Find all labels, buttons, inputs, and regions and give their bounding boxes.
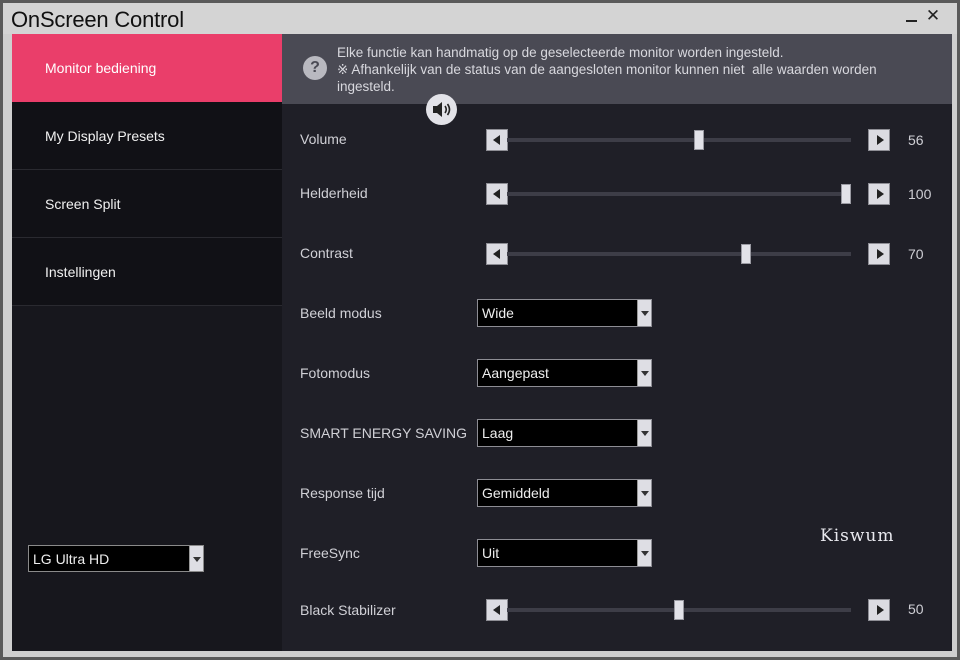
chevron-down-icon[interactable] xyxy=(637,480,651,506)
brightness-slider-track[interactable] xyxy=(507,184,851,204)
smart-energy-select[interactable]: Laag xyxy=(477,419,652,447)
brightness-increase-button[interactable] xyxy=(868,183,890,205)
response-time-label: Response tijd xyxy=(300,485,385,501)
brightness-decrease-button[interactable] xyxy=(486,183,508,205)
app-window: OnScreen Control ✕ Monitor bediening My … xyxy=(0,0,960,660)
picture-mode-select[interactable]: Wide xyxy=(477,299,652,327)
sidebar-item-instellingen[interactable]: Instellingen xyxy=(12,238,282,306)
photo-mode-select[interactable]: Aangepast xyxy=(477,359,652,387)
sidebar: Monitor bediening My Display Presets Scr… xyxy=(12,34,282,651)
black-stabilizer-slider-thumb[interactable] xyxy=(674,600,684,620)
chevron-down-icon[interactable] xyxy=(189,546,203,571)
sidebar-item-monitor-bediening[interactable]: Monitor bediening xyxy=(12,34,282,102)
close-icon: ✕ xyxy=(925,6,941,25)
chevron-down-icon[interactable] xyxy=(637,540,651,566)
contrast-value: 70 xyxy=(908,246,924,262)
smart-energy-label: SMART ENERGY SAVING xyxy=(300,425,468,441)
monitor-select[interactable]: LG Ultra HD xyxy=(28,545,204,572)
response-time-value: Gemiddeld xyxy=(482,485,550,501)
monitor-select-value: LG Ultra HD xyxy=(33,551,110,567)
info-line: ingesteld. xyxy=(337,79,395,94)
info-text: Elke functie kan handmatig op de geselec… xyxy=(337,44,927,95)
brightness-label: Helderheid xyxy=(300,185,368,201)
info-banner: ? Elke functie kan handmatig op de gesel… xyxy=(282,34,952,104)
sidebar-item-screen-split[interactable]: Screen Split xyxy=(12,170,282,238)
response-time-select[interactable]: Gemiddeld xyxy=(477,479,652,507)
minimize-icon xyxy=(905,20,917,22)
picture-mode-value: Wide xyxy=(482,305,514,321)
black-stabilizer-increase-button[interactable] xyxy=(868,599,890,621)
black-stabilizer-decrease-button[interactable] xyxy=(486,599,508,621)
freesync-label: FreeSync xyxy=(300,545,360,561)
volume-decrease-button[interactable] xyxy=(486,129,508,151)
brightness-slider-thumb[interactable] xyxy=(841,184,851,204)
contrast-slider-track[interactable] xyxy=(507,244,851,264)
contrast-decrease-button[interactable] xyxy=(486,243,508,265)
brightness-value: 100 xyxy=(908,186,932,202)
sidebar-item-my-display-presets[interactable]: My Display Presets xyxy=(12,102,282,170)
title-bar[interactable]: OnScreen Control ✕ xyxy=(3,3,957,34)
photo-mode-label: Fotomodus xyxy=(300,365,371,381)
speaker-icon[interactable] xyxy=(426,94,457,125)
contrast-slider-thumb[interactable] xyxy=(741,244,751,264)
watermark: Kiswum xyxy=(820,526,895,546)
black-stabilizer-value: 50 xyxy=(908,601,924,617)
contrast-label: Contrast xyxy=(300,245,353,261)
freesync-value: Uit xyxy=(482,545,500,561)
info-line: ※ Afhankelijk van de status van de aange… xyxy=(337,62,877,77)
close-button[interactable]: ✕ xyxy=(922,5,944,27)
picture-mode-label: Beeld modus xyxy=(300,305,382,321)
chevron-down-icon[interactable] xyxy=(637,300,651,326)
info-line: Elke functie kan handmatig op de geselec… xyxy=(337,45,784,60)
black-stabilizer-slider-track[interactable] xyxy=(507,600,851,620)
volume-slider-track[interactable] xyxy=(507,130,851,150)
black-stabilizer-label: Black Stabilizer xyxy=(300,602,396,618)
volume-label: Volume xyxy=(300,131,347,147)
smart-energy-value: Laag xyxy=(482,425,514,441)
chevron-down-icon[interactable] xyxy=(637,420,651,446)
window-title: OnScreen Control xyxy=(11,7,184,32)
freesync-select[interactable]: Uit xyxy=(477,539,652,567)
contrast-increase-button[interactable] xyxy=(868,243,890,265)
chevron-down-icon[interactable] xyxy=(637,360,651,386)
volume-slider-thumb[interactable] xyxy=(694,130,704,150)
minimize-button[interactable] xyxy=(900,5,922,27)
help-icon[interactable]: ? xyxy=(303,56,327,80)
photo-mode-value: Aangepast xyxy=(482,365,549,381)
volume-value: 56 xyxy=(908,132,924,148)
volume-increase-button[interactable] xyxy=(868,129,890,151)
